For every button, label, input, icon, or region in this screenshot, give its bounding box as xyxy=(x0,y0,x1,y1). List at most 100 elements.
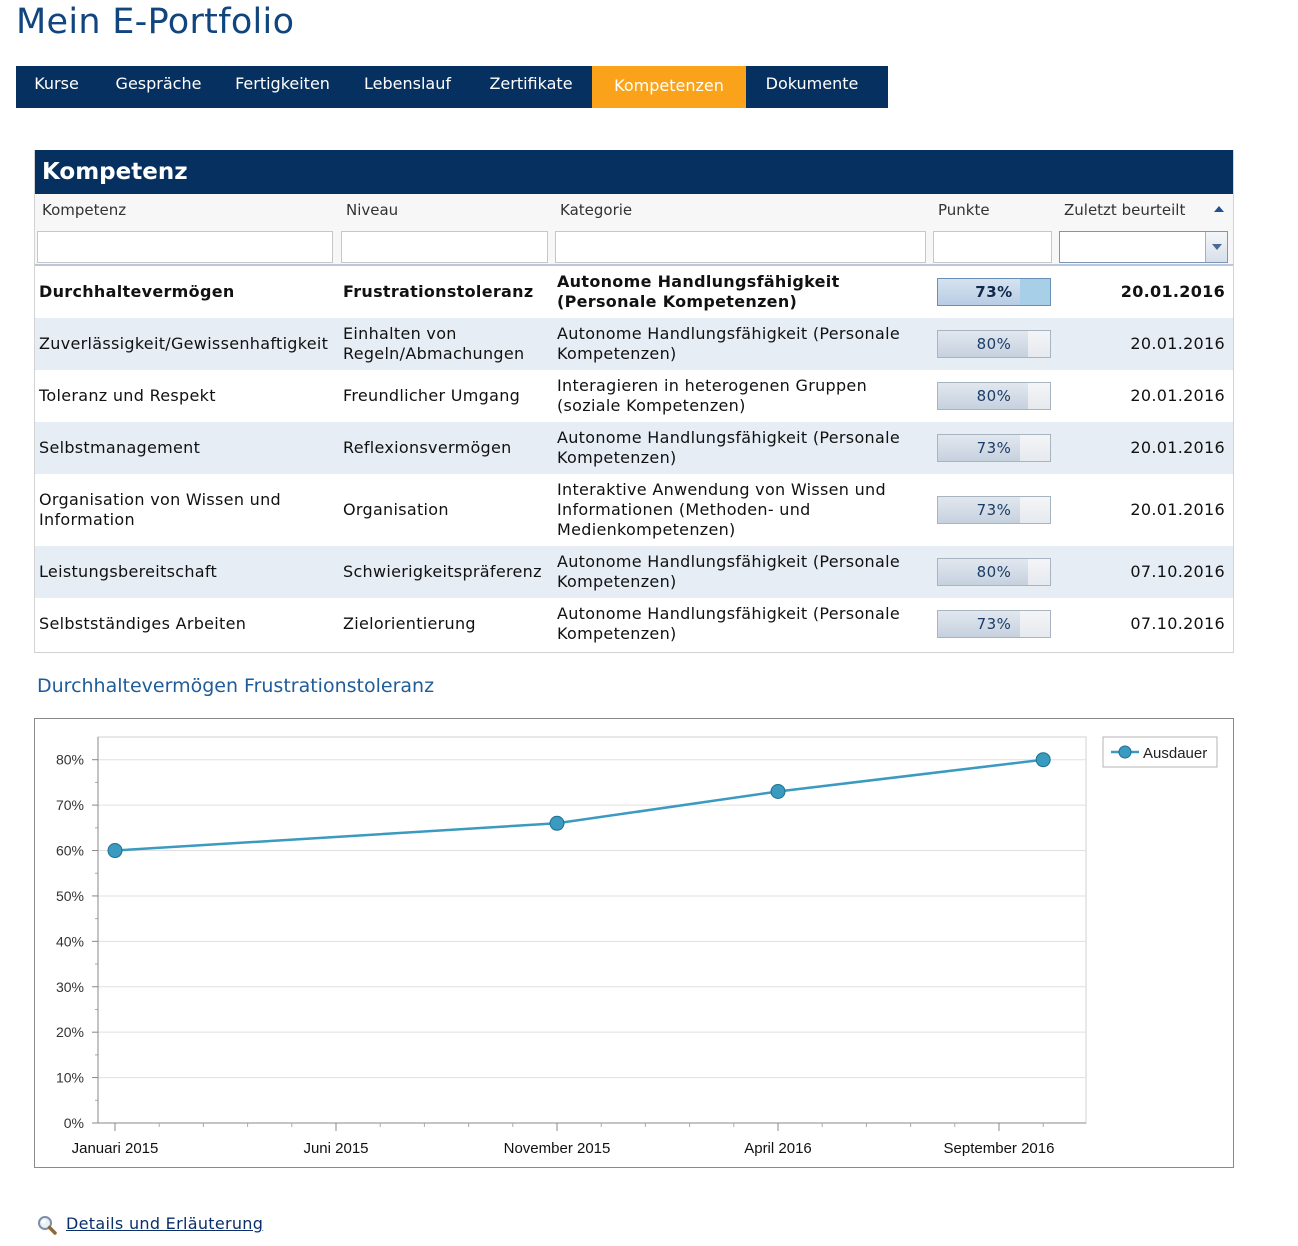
cell-niveau: Einhalten von Regeln/Abmachungen xyxy=(343,324,553,364)
cell-niveau-line: Freundlicher Umgang xyxy=(343,386,521,405)
cell-kategorie-line: Kompetenzen) xyxy=(557,344,677,363)
y-tick-label: 30% xyxy=(56,979,84,995)
legend-marker xyxy=(1118,745,1132,759)
cell-kompetenz: Toleranz und Respekt xyxy=(39,386,339,406)
legend-label: Ausdauer xyxy=(1143,745,1207,762)
cell-date: 07.10.2016 xyxy=(1130,562,1225,581)
combo-dropdown-button[interactable] xyxy=(1205,232,1227,262)
x-tick-label: September 2016 xyxy=(944,1140,1055,1157)
cell-kategorie: Autonome Handlungsfähigkeit (Personale Ko… xyxy=(557,324,927,364)
cell-kompetenz-line: Leistungsbereitschaft xyxy=(39,562,218,581)
tab-fertigkeiten[interactable]: Fertigkeiten xyxy=(220,66,345,108)
cell-kompetenz-line: Zuverlässigkeit/Gewissenhaftigkeit xyxy=(39,334,329,353)
progress-chart: 0% 10% 20% 30% 40% 50% 60% 70% 80% Januari 2015 Ju… xyxy=(34,718,1234,1168)
table-row[interactable]: Selbstständiges Arbeiten Zielorientierung… xyxy=(35,598,1233,650)
score-progress-bar: 73% xyxy=(937,434,1051,462)
cell-kategorie-line: Kompetenzen) xyxy=(557,448,677,467)
cell-niveau-line: Einhalten von xyxy=(343,324,457,343)
cell-kategorie: Autonome Handlungsfähigkeit (Personale Ko… xyxy=(557,428,927,468)
cell-kategorie-line: Autonome Handlungsfähigkeit (Personale xyxy=(557,324,900,343)
y-tick-label: 10% xyxy=(56,1070,84,1086)
main-tab-bar: Kurse Gespräche Fertigkeiten Lebenslauf Zert… xyxy=(16,66,888,108)
line-chart-svg: 0% 10% 20% 30% 40% 50% 60% 70% 80% Januari 2015 Ju… xyxy=(56,736,1218,1157)
cell-niveau: Zielorientierung xyxy=(343,614,553,634)
filter-kategorie-input[interactable] xyxy=(555,231,926,263)
table-row[interactable]: Leistungsbereitschaft Schwierigkeitspräfe… xyxy=(35,546,1233,598)
tab-lebenslauf[interactable]: Lebenslauf xyxy=(345,66,470,108)
chart-title: Durchhaltevermögen Frustrationstoleranz xyxy=(37,675,435,697)
column-header-kompetenz[interactable]: Kompetenz xyxy=(42,201,126,219)
cell-kategorie: Autonome Handlungsfähigkeit (Personale Ko… xyxy=(557,552,927,592)
cell-date: 20.01.2016 xyxy=(1130,438,1225,457)
y-tick-label: 60% xyxy=(56,843,84,859)
cell-kategorie-line: (soziale Kompetenzen) xyxy=(557,396,746,415)
page-title: Mein E-Portfolio xyxy=(16,2,295,42)
cell-niveau: Freundlicher Umgang xyxy=(343,386,553,406)
grid-title: Kompetenz xyxy=(35,150,1233,194)
cell-date: 07.10.2016 xyxy=(1130,614,1225,633)
data-point xyxy=(1035,752,1051,768)
tab-dokumente[interactable]: Dokumente xyxy=(746,66,878,108)
score-label: 73% xyxy=(976,615,1012,633)
cell-date: 20.01.2016 xyxy=(1130,334,1225,353)
cell-kategorie-line: (Personale Kompetenzen) xyxy=(557,292,798,311)
column-header-zuletzt-beurteilt[interactable]: Zuletzt beurteilt xyxy=(1064,201,1185,219)
tab-zertifikate[interactable]: Zertifikate xyxy=(470,66,592,108)
cell-kategorie-line: Autonome Handlungsfähigkeit xyxy=(557,272,840,291)
cell-date: 20.01.2016 xyxy=(1130,386,1225,405)
table-row[interactable]: Selbstmanagement Reflexionsvermögen Autono… xyxy=(35,422,1233,474)
column-header-punkte[interactable]: Punkte xyxy=(938,201,990,219)
cell-kompetenz: Durchhaltevermögen xyxy=(39,282,339,302)
cell-niveau-line: Reflexionsvermögen xyxy=(343,438,512,457)
plot-area xyxy=(97,736,1087,1124)
score-progress-bar: 73% xyxy=(937,610,1051,638)
sort-ascending-icon[interactable] xyxy=(1214,206,1224,212)
y-tick-label: 70% xyxy=(56,797,84,813)
table-row[interactable]: Toleranz und Respekt Freundlicher Umgang I… xyxy=(35,370,1233,422)
cell-niveau: Organisation xyxy=(343,500,553,520)
x-tick-label: November 2015 xyxy=(504,1140,611,1157)
grid-header: Kompetenz Niveau Kategorie Punkte Zuletz… xyxy=(35,194,1233,266)
details-link[interactable]: Details und Erläuterung xyxy=(66,1214,263,1233)
table-row[interactable]: Zuverlässigkeit/Gewissenhaftigkeit Einhal… xyxy=(35,318,1233,370)
cell-kategorie-line: Interaktive Anwendung von Wissen und xyxy=(557,480,886,499)
score-progress-bar: 73% xyxy=(937,278,1051,306)
cell-kategorie-line: Autonome Handlungsfähigkeit (Personale xyxy=(557,552,900,571)
cell-kompetenz: Leistungsbereitschaft xyxy=(39,562,339,582)
filter-date-combo[interactable] xyxy=(1059,231,1228,263)
cell-date: 20.01.2016 xyxy=(1130,500,1225,519)
cell-kategorie: Interaktive Anwendung von Wissen und Info… xyxy=(557,480,927,540)
column-header-niveau[interactable]: Niveau xyxy=(346,201,398,219)
filter-kompetenz-input[interactable] xyxy=(37,231,333,263)
y-tick-label: 0% xyxy=(64,1115,84,1131)
table-row-selected[interactable]: Durchhaltevermögen Frustrationstoleranz Au… xyxy=(35,266,1233,318)
score-label: 73% xyxy=(976,501,1012,519)
cell-niveau-line: Frustrationstoleranz xyxy=(343,282,534,301)
x-tick-label: Januari 2015 xyxy=(72,1140,159,1157)
tab-kompetenzen[interactable]: Kompetenzen xyxy=(592,66,746,108)
data-point xyxy=(770,783,786,799)
cell-kategorie-line: Interagieren in heterogenen Gruppen xyxy=(557,376,868,395)
y-tick-label: 50% xyxy=(56,888,84,904)
cell-niveau: Schwierigkeitspräferenz xyxy=(343,562,553,582)
cell-niveau-line: Regeln/Abmachungen xyxy=(343,344,525,363)
score-label: 80% xyxy=(976,335,1012,353)
score-label: 80% xyxy=(976,563,1012,581)
y-tick-label: 20% xyxy=(56,1024,84,1040)
cell-kategorie: Autonome Handlungsfähigkeit (Personale Ko… xyxy=(557,604,927,644)
cell-kompetenz-line: Information xyxy=(39,510,135,529)
tab-gespräche[interactable]: Gespräche xyxy=(97,66,220,108)
cell-kategorie-line: Kompetenzen) xyxy=(557,624,677,643)
table-row[interactable]: Organisation von Wissen und Information Or… xyxy=(35,474,1233,546)
score-progress-bar: 73% xyxy=(937,496,1051,524)
column-header-kategorie[interactable]: Kategorie xyxy=(560,201,632,219)
cell-kompetenz-line: Selbstständiges Arbeiten xyxy=(39,614,247,633)
filter-punkte-input[interactable] xyxy=(933,231,1052,263)
filter-niveau-input[interactable] xyxy=(341,231,548,263)
score-label: 80% xyxy=(976,387,1012,405)
cell-kategorie-line: Medienkompetenzen) xyxy=(557,520,736,539)
cell-niveau-line: Zielorientierung xyxy=(343,614,476,633)
cell-kategorie-line: Autonome Handlungsfähigkeit (Personale xyxy=(557,428,900,447)
tab-kurse[interactable]: Kurse xyxy=(16,66,97,108)
cell-kompetenz: Selbstständiges Arbeiten xyxy=(39,614,339,634)
